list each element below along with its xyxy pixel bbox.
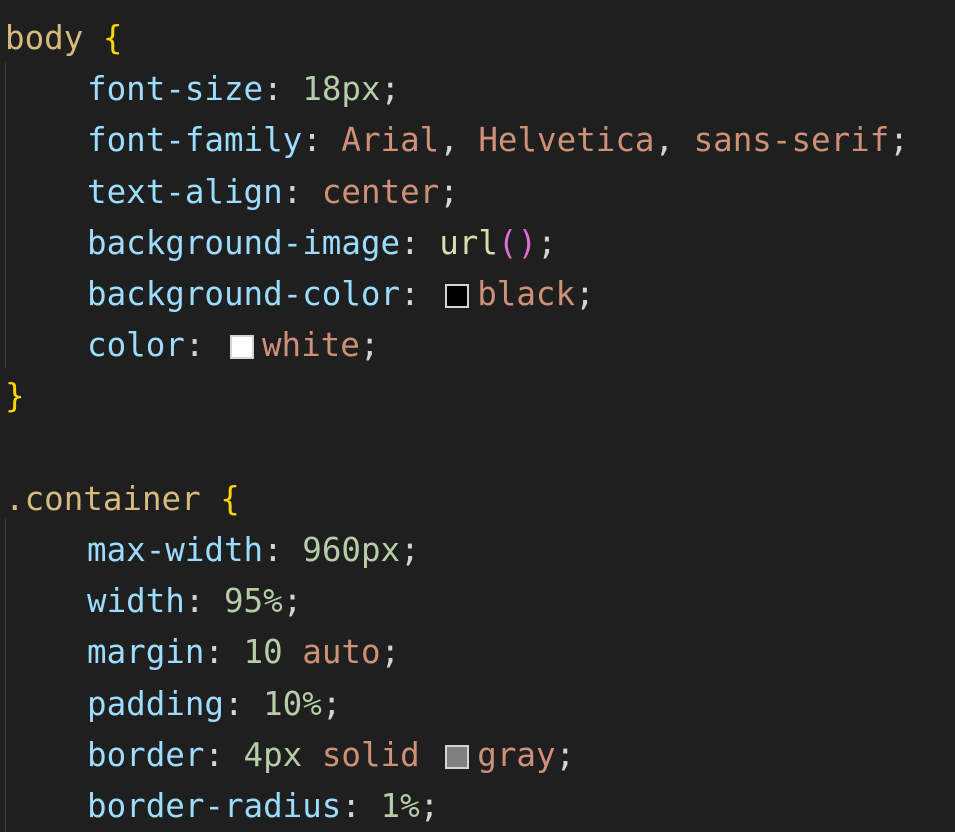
code-line: } [5, 371, 25, 422]
code-token-punctuation [283, 633, 303, 671]
code-token-punctuation: ; [889, 121, 909, 160]
code-token-property: background-image [87, 223, 401, 262]
code-token-punctuation: ; [419, 787, 440, 825]
code-token-punctuation: : [204, 633, 244, 672]
code-token-punctuation: : [223, 684, 264, 723]
code-token-punctuation: : [400, 223, 440, 262]
code-editor[interactable]: ra body {font-size: 18px;font-family: Ar… [0, 0, 955, 832]
code-token-property: border-radius [87, 787, 342, 825]
code-token-value: gray [477, 735, 556, 774]
code-token-punctuation: : [184, 582, 224, 621]
code-token-number: 4px [243, 735, 303, 774]
code-token-punctuation: : [341, 787, 381, 825]
code-token-punctuation: ; [321, 684, 342, 723]
code-token-punctuation: , [654, 121, 694, 160]
code-token-paren: () [497, 223, 538, 262]
code-line: border: 4px solid gray; [87, 730, 575, 781]
code-line: width: 95%; [87, 576, 302, 627]
indent-guide-container [5, 519, 6, 832]
code-token-number: 18px [302, 70, 381, 109]
code-token-punctuation: ; [537, 223, 557, 262]
code-token-punctuation [83, 19, 103, 57]
code-line: margin: 10 auto; [87, 627, 400, 678]
code-token-property: width [87, 582, 185, 621]
code-token-punctuation: , [439, 121, 479, 160]
code-line: border-radius: 1%; [87, 781, 439, 832]
code-token-number: 1% [380, 787, 420, 825]
code-token-brace: { [102, 19, 123, 57]
code-token-value: sans-serif [693, 121, 890, 160]
code-token-value: Helvetica [478, 121, 655, 160]
code-token-punctuation: : [204, 735, 244, 774]
code-token-property: font-size [87, 70, 264, 109]
code-token-brace: { [220, 479, 240, 518]
code-line: text-align: center; [87, 167, 459, 218]
code-token-number: 10% [263, 684, 322, 723]
code-token-punctuation: ; [380, 633, 401, 672]
code-token-number: 960px [302, 531, 401, 569]
partial-top-line: ra [0, 0, 117, 6]
code-token-punctuation: : [184, 326, 224, 365]
code-token-value: Arial [341, 121, 440, 160]
code-token-value: black [477, 275, 576, 313]
code-token-selector: body [5, 19, 84, 57]
code-token-punctuation: ; [400, 531, 420, 569]
code-token-property: border [87, 735, 205, 774]
code-token-property: text-align [87, 172, 283, 211]
code-line: background-color: black; [87, 269, 595, 320]
code-token-value: auto [302, 633, 381, 672]
code-token-punctuation: ; [575, 275, 595, 313]
code-token-property: color [87, 326, 185, 365]
code-token-punctuation [302, 736, 322, 774]
code-token-punctuation [420, 736, 440, 774]
code-token-selector: .container [5, 479, 201, 518]
code-line: body { [5, 13, 122, 64]
code-line: padding: 10%; [87, 679, 341, 730]
code-token-punctuation: ; [555, 735, 576, 774]
code-token-property: padding [87, 684, 224, 723]
code-token-punctuation: ; [439, 172, 459, 211]
code-token-punctuation: ; [380, 70, 401, 109]
color-swatch[interactable] [445, 284, 470, 308]
code-token-property: max-width [87, 531, 264, 569]
indent-guide-body [5, 63, 6, 368]
code-line: color: white; [87, 320, 379, 371]
code-token-punctuation: : [302, 121, 342, 160]
code-line: background-image: url(); [87, 218, 557, 269]
code-token-property: background-color [87, 275, 401, 313]
code-token-function: url [439, 223, 498, 262]
code-token-punctuation: ; [282, 582, 303, 621]
code-token-property: margin [87, 633, 205, 672]
code-token-value: white [261, 326, 360, 365]
code-token-number: 10 [243, 633, 283, 672]
code-token-punctuation [201, 480, 221, 518]
partial-top-text: ra [78, 0, 117, 6]
code-line: max-width: 960px; [87, 525, 420, 576]
color-swatch[interactable] [229, 335, 254, 360]
code-token-value: solid [321, 735, 420, 774]
code-token-punctuation: : [400, 275, 440, 313]
code-token-value: center [321, 172, 440, 211]
code-line: font-family: Arial, Helvetica, sans-seri… [87, 115, 909, 166]
code-token-punctuation: : [263, 70, 303, 109]
code-token-number: 95% [223, 582, 283, 621]
code-token-property: font-family [87, 121, 303, 160]
color-swatch[interactable] [445, 744, 470, 769]
code-token-punctuation: : [263, 531, 303, 569]
code-token-brace: } [5, 377, 25, 416]
code-line: font-size: 18px; [87, 64, 400, 115]
code-token-punctuation: ; [359, 326, 380, 365]
code-line: .container { [5, 474, 240, 525]
code-token-punctuation: : [282, 172, 322, 211]
